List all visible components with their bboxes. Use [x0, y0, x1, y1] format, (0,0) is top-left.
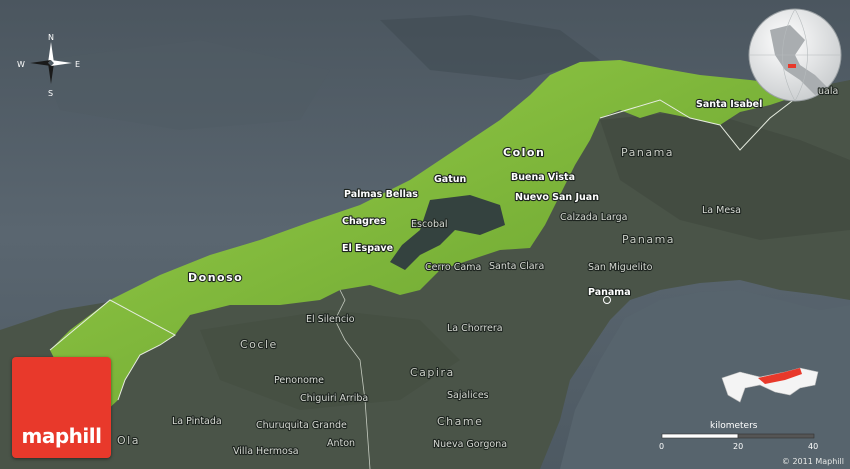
map-canvas[interactable]: N S W E 0 20 40 Colon Donoso Panama Pana… [0, 0, 850, 469]
place-label: Calzada Larga [560, 212, 627, 223]
compass-s: S [48, 89, 53, 98]
region-label: Panama [622, 233, 675, 246]
place-label: Buena Vista [511, 172, 575, 183]
region-label: Colon [503, 146, 545, 159]
place-label: Chagres [342, 216, 386, 227]
place-label: Cerro Cama [425, 262, 481, 273]
place-label: Penonome [274, 375, 324, 386]
scale-title: kilometers [710, 421, 758, 431]
place-label: Churuquita Grande [256, 420, 347, 431]
compass-n: N [48, 33, 54, 42]
compass-w: W [17, 60, 25, 69]
place-label: Escobal [411, 219, 447, 230]
place-label: El Espave [342, 243, 393, 254]
place-label: Santa Isabel [696, 99, 762, 110]
place-label: Nuevo San Juan [515, 192, 599, 203]
satellite-map[interactable]: N S W E 0 20 40 Colon Donoso Panama Pana… [0, 0, 850, 469]
place-label: La Pintada [172, 416, 222, 427]
scale-tick: 40 [808, 442, 818, 451]
region-label: Donoso [188, 271, 243, 284]
compass-e: E [75, 60, 80, 69]
globe-highlight-marker [788, 64, 796, 68]
place-label: Santa Clara [489, 261, 544, 272]
region-label: Panama [621, 146, 674, 159]
scale-tick: 20 [733, 442, 743, 451]
place-label: La Chorrera [447, 323, 503, 334]
copyright-notice: © 2011 Maphill [781, 457, 844, 466]
region-label: Chame [437, 415, 483, 428]
scale-tick: 0 [659, 442, 664, 451]
place-label: Chiguiri Arriba [300, 393, 368, 404]
place-label: Palmas Bellas [344, 189, 418, 200]
region-label: Capira [410, 366, 455, 379]
place-label: El Silencio [306, 314, 355, 325]
place-label: Anton [327, 438, 355, 449]
region-label: Ola [117, 434, 140, 447]
place-label: Nueva Gorgona [433, 439, 507, 450]
maphill-logo[interactable]: maphill [12, 357, 111, 458]
place-label: Gatun [434, 174, 467, 185]
place-label: Villa Hermosa [233, 446, 299, 457]
place-label: Panama [588, 287, 631, 298]
place-label: uala [818, 86, 838, 97]
place-label: La Mesa [702, 205, 741, 216]
region-label: Cocle [240, 338, 278, 351]
place-label: Sajalices [447, 390, 489, 401]
place-label: San Miguelito [588, 262, 653, 273]
brand-name: maphill [21, 424, 102, 448]
